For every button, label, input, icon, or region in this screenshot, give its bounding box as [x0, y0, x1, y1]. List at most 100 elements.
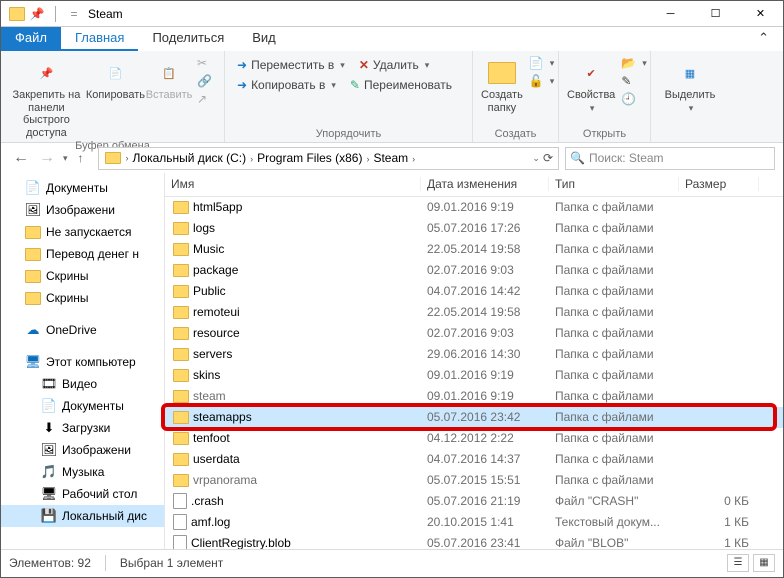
pic-icon: 🖼 — [41, 443, 57, 457]
table-row[interactable]: Public04.07.2016 14:42Папка с файлами — [165, 281, 783, 302]
table-row[interactable]: steam09.01.2016 9:19Папка с файлами — [165, 386, 783, 407]
table-row[interactable]: skins09.01.2016 9:19Папка с файлами — [165, 365, 783, 386]
doc-icon: 📄 — [25, 181, 41, 195]
table-row[interactable]: resource02.07.2016 9:03Папка с файлами — [165, 323, 783, 344]
copy-to-button[interactable]: ➜Копировать в▾ — [233, 77, 340, 93]
copy-label: Копировать — [86, 89, 145, 101]
up-button[interactable]: ↑ — [70, 147, 92, 169]
back-button[interactable]: ← — [9, 146, 33, 170]
open-button[interactable]: 📂▾ — [617, 55, 650, 71]
folder-icon — [25, 226, 41, 239]
sidebar-item-label: Изображени — [62, 443, 131, 457]
row-type: Файл "BLOB" — [549, 536, 679, 549]
col-size[interactable]: Размер — [679, 177, 759, 191]
move-to-button[interactable]: ➜Переместить в▾ — [233, 57, 349, 73]
sidebar-item[interactable]: Скрины — [1, 287, 164, 309]
row-name: userdata — [193, 452, 240, 466]
col-date[interactable]: Дата изменения — [421, 177, 549, 191]
sidebar-item[interactable]: 🖼Изображени — [1, 199, 164, 221]
row-type: Папка с файлами — [549, 452, 679, 466]
col-type[interactable]: Тип — [549, 177, 679, 191]
onedrive-label: OneDrive — [46, 323, 97, 337]
select-button[interactable]: ▦ Выделить ▾ — [659, 53, 721, 114]
sidebar-item[interactable]: Перевод денег н — [1, 243, 164, 265]
minimize-button[interactable]: ─ — [648, 1, 693, 27]
table-row[interactable]: ClientRegistry.blob05.07.2016 23:41Файл … — [165, 533, 783, 549]
folder-icon — [173, 390, 189, 403]
row-name: html5app — [193, 200, 242, 214]
table-row[interactable]: tenfoot04.12.2012 2:22Папка с файлами — [165, 428, 783, 449]
copy-button[interactable]: 📄 Копировать — [86, 53, 145, 101]
row-name: Music — [193, 242, 224, 256]
sidebar-item[interactable]: ⬇Загрузки — [1, 417, 164, 439]
ribbon-expand-icon[interactable]: ⌃ — [744, 27, 783, 51]
search-input[interactable]: 🔍 Поиск: Steam — [565, 147, 775, 170]
sidebar-item[interactable]: 🖥Рабочий стол — [1, 483, 164, 505]
history-button[interactable]: 🕘 — [617, 91, 650, 107]
new-item-button[interactable]: 📄▾ — [525, 55, 558, 71]
qat-equals-icon[interactable]: = — [66, 7, 82, 21]
table-row[interactable]: amf.log20.10.2015 1:41Текстовый докум...… — [165, 512, 783, 533]
properties-label: Свойства — [567, 89, 615, 101]
nav-this-pc[interactable]: 🖥Этот компьютер — [1, 351, 164, 373]
address-row: ← → ▾ ↑ › Локальный диск (C:)›Program Fi… — [1, 143, 783, 173]
sidebar-item-label: Музыка — [62, 465, 104, 479]
table-row[interactable]: html5app09.01.2016 9:19Папка с файлами — [165, 197, 783, 218]
table-row[interactable]: package02.07.2016 9:03Папка с файлами — [165, 260, 783, 281]
table-row[interactable]: steamapps05.07.2016 23:42Папка с файлами — [165, 407, 783, 428]
row-name: skins — [193, 368, 220, 382]
sidebar-item[interactable]: Не запускается — [1, 221, 164, 243]
sidebar-item[interactable]: Скрины — [1, 265, 164, 287]
table-row[interactable]: .crash05.07.2016 21:19Файл "CRASH"0 КБ — [165, 491, 783, 512]
delete-button[interactable]: ✕Удалить▾ — [355, 57, 433, 73]
row-date: 04.07.2016 14:37 — [421, 452, 549, 466]
table-row[interactable]: logs05.07.2016 17:26Папка с файлами — [165, 218, 783, 239]
table-row[interactable]: vrpanorama05.07.2015 15:51Папка с файлам… — [165, 470, 783, 491]
history-dropdown[interactable]: ▾ — [63, 153, 68, 164]
sidebar-item-label: Видео — [62, 377, 97, 391]
breadcrumb[interactable]: Steam — [370, 151, 411, 165]
view-large-button[interactable]: ▦ — [753, 554, 775, 572]
qat-pin-icon[interactable]: 📌 — [29, 7, 45, 21]
address-dropdown[interactable]: ⌄ — [532, 153, 540, 164]
edit-button[interactable]: ✎ — [617, 73, 650, 89]
sidebar-item[interactable]: 🎞 Видео — [1, 373, 164, 395]
table-row[interactable]: userdata 04.07.2016 14:37Папка с файлами — [165, 449, 783, 470]
col-name[interactable]: Имя — [165, 177, 421, 191]
table-row[interactable]: remoteui22.05.2014 19:58Папка с файлами — [165, 302, 783, 323]
pin-quick-access-button[interactable]: 📌 Закрепить на панели быстрого доступа — [9, 53, 84, 140]
table-row[interactable]: Music22.05.2014 19:58Папка с файлами — [165, 239, 783, 260]
nav-onedrive[interactable]: ☁OneDrive — [1, 319, 164, 341]
new-folder-button[interactable]: Создать папку — [481, 53, 523, 114]
close-button[interactable]: ✕ — [738, 1, 783, 27]
rename-button[interactable]: ✎Переименовать — [346, 77, 456, 93]
tab-home[interactable]: Главная — [61, 27, 138, 51]
properties-button[interactable]: ✔ Свойства ▾ — [567, 53, 615, 114]
refresh-icon[interactable]: ⟳ — [543, 151, 553, 165]
table-row[interactable]: servers29.06.2016 14:30Папка с файлами — [165, 344, 783, 365]
vid-icon: 🎞 — [41, 377, 57, 391]
tab-file[interactable]: Файл — [1, 27, 61, 51]
folder-icon — [173, 453, 189, 466]
sidebar-item[interactable]: 🖼 Изображени — [1, 439, 164, 461]
row-name: amf.log — [191, 515, 230, 529]
maximize-button[interactable]: ☐ — [693, 1, 738, 27]
view-details-button[interactable]: ☰ — [727, 554, 749, 572]
row-date: 22.05.2014 19:58 — [421, 305, 549, 319]
shortcut-icon: ↗ — [197, 92, 207, 106]
row-type: Папка с файлами — [549, 389, 679, 403]
row-type: Папка с файлами — [549, 200, 679, 214]
copyto-label: Копировать в — [251, 78, 325, 92]
address-bar[interactable]: › Локальный диск (C:)›Program Files (x86… — [98, 147, 559, 170]
sidebar-item[interactable]: 🎵Музыка — [1, 461, 164, 483]
breadcrumb[interactable]: Локальный диск (C:) — [130, 151, 250, 165]
row-date: 02.07.2016 9:03 — [421, 326, 549, 340]
row-type: Папка с файлами — [549, 242, 679, 256]
easy-access-button[interactable]: 🔓▾ — [525, 73, 558, 89]
sidebar-item[interactable]: 📄Документы — [1, 177, 164, 199]
breadcrumb[interactable]: Program Files (x86) — [254, 151, 365, 165]
sidebar-item[interactable]: 📄Документы — [1, 395, 164, 417]
tab-share[interactable]: Поделиться — [138, 27, 238, 51]
sidebar-item[interactable]: 💾Локальный дис — [1, 505, 164, 527]
tab-view[interactable]: Вид — [238, 27, 290, 51]
